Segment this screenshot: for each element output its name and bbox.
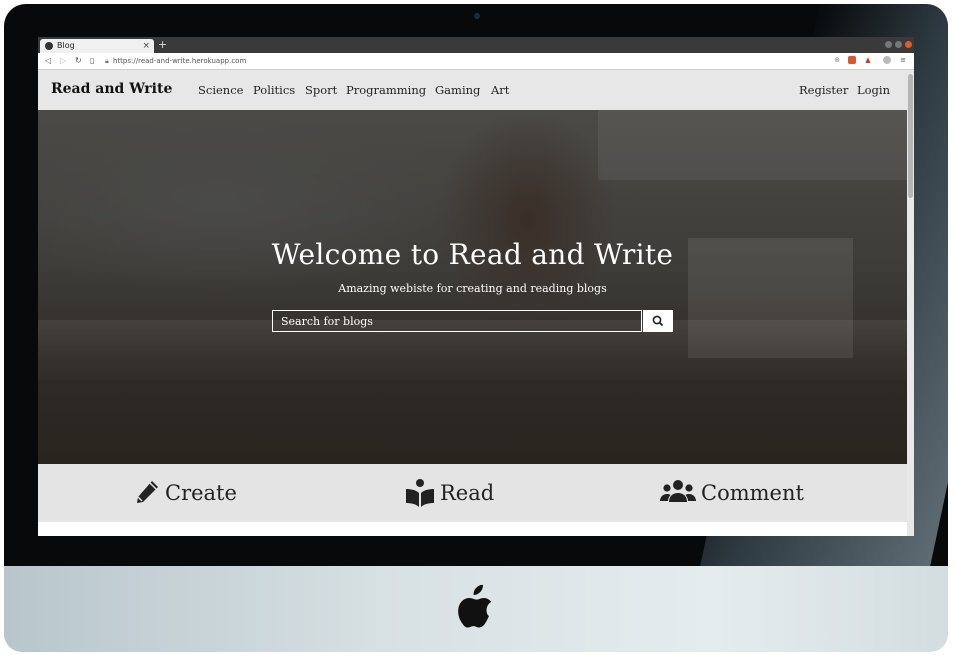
hero-section: Welcome to Read and Write Amazing webist… [38, 110, 907, 464]
feature-comment-label: Comment [701, 481, 804, 505]
favicon-icon [45, 42, 53, 50]
pencil-icon [137, 481, 158, 503]
tab-title: Blog [57, 41, 75, 50]
back-icon[interactable]: ◁ [45, 55, 51, 67]
zoom-icon[interactable]: ⊕ [833, 56, 841, 64]
feature-create[interactable]: Create [131, 477, 237, 509]
menu-icon[interactable]: ≡ [899, 56, 907, 64]
apple-logo-icon [458, 584, 492, 628]
reload-icon[interactable]: ↻ [75, 55, 82, 67]
site-brand[interactable]: Read and Write [51, 81, 172, 97]
warning-triangle-icon[interactable]: ▲ [864, 56, 872, 64]
site-navbar: Read and Write Science Politics Sport Pr… [38, 70, 907, 110]
features-bar: Create Read Comment [38, 464, 907, 522]
nav-link-science[interactable]: Science [198, 83, 243, 97]
bookmark-icon[interactable]: ▯ [90, 55, 94, 67]
nav-link-sport[interactable]: Sport [305, 83, 337, 97]
close-window-button[interactable] [905, 41, 912, 48]
login-link[interactable]: Login [857, 83, 890, 97]
shield-icon[interactable] [848, 56, 856, 64]
hero-subtitle: Amazing webiste for creating and reading… [338, 282, 607, 295]
hero-background-window [598, 110, 907, 180]
browser-window: Blog × + ◁ ▷ ↻ ▯ 🔒︎ https://read-and-wri… [38, 37, 914, 536]
hero-title: Welcome to Read and Write [271, 238, 674, 271]
nav-link-politics[interactable]: Politics [253, 83, 295, 97]
profile-icon[interactable] [883, 56, 891, 64]
register-link[interactable]: Register [799, 83, 848, 97]
users-icon [660, 480, 696, 502]
web-page: Read and Write Science Politics Sport Pr… [38, 70, 907, 536]
tab-blog[interactable]: Blog × [40, 39, 154, 53]
new-tab-button[interactable]: + [158, 38, 167, 52]
tab-bar: Blog × + [38, 37, 914, 53]
tab-close-icon[interactable]: × [142, 40, 150, 52]
feature-read-label: Read [440, 481, 495, 505]
maximize-button[interactable] [895, 41, 902, 48]
lock-icon: 🔒︎ [105, 57, 109, 65]
nav-link-programming[interactable]: Programming [346, 83, 426, 97]
open-book-icon [406, 479, 434, 507]
feature-create-label: Create [165, 481, 237, 505]
nav-link-art[interactable]: Art [491, 83, 509, 97]
minimize-button[interactable] [885, 41, 892, 48]
search-button[interactable] [643, 310, 673, 332]
scrollbar-thumb[interactable] [908, 74, 913, 198]
feature-comment[interactable]: Comment [659, 477, 804, 509]
camera-icon [474, 13, 480, 19]
forward-icon[interactable]: ▷ [60, 55, 66, 67]
search-icon [652, 315, 664, 327]
nav-link-gaming[interactable]: Gaming [435, 83, 480, 97]
url-field[interactable]: https://read-and-write.herokuapp.com [113, 55, 246, 67]
address-bar: ◁ ▷ ↻ ▯ 🔒︎ https://read-and-write.heroku… [38, 53, 914, 70]
feature-read[interactable]: Read [404, 477, 494, 509]
scrollbar[interactable] [907, 70, 914, 536]
search-input[interactable] [272, 310, 642, 332]
